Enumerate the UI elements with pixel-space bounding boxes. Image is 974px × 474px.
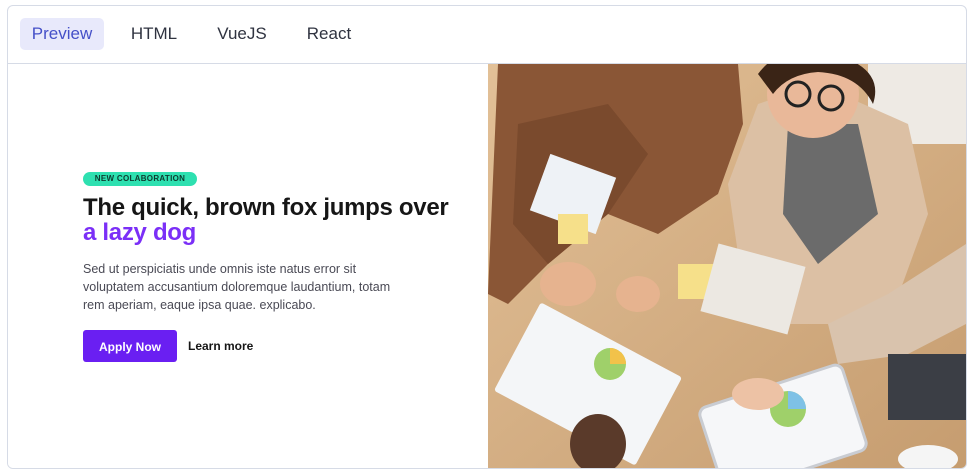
headline-accent-text: a lazy dog [83,219,197,246]
preview-frame: Preview HTML VueJS React NEW COLABORATIO… [7,5,967,469]
collaboration-badge: NEW COLABORATION [83,172,197,186]
learn-more-link[interactable]: Learn more [188,330,253,362]
hero-description: Sed ut perspiciatis unde omnis iste natu… [83,262,391,312]
headline-text: The quick, brown fox jumps over [83,194,449,221]
tab-preview[interactable]: Preview [20,18,104,50]
tab-html[interactable]: HTML [120,18,188,50]
hero-section: NEW COLABORATION The quick, brown fox ju… [8,64,966,468]
tab-bar: Preview HTML VueJS React [8,6,966,64]
hero-headline: The quick, brown fox jumps over a lazy d… [83,195,463,245]
hero-text-column: NEW COLABORATION The quick, brown fox ju… [8,64,488,468]
tab-vuejs[interactable]: VueJS [206,18,278,50]
apply-now-button[interactable]: Apply Now [83,330,177,362]
team-collaboration-photo [488,64,966,468]
photo-illustration [488,64,966,468]
tab-react[interactable]: React [294,18,364,50]
